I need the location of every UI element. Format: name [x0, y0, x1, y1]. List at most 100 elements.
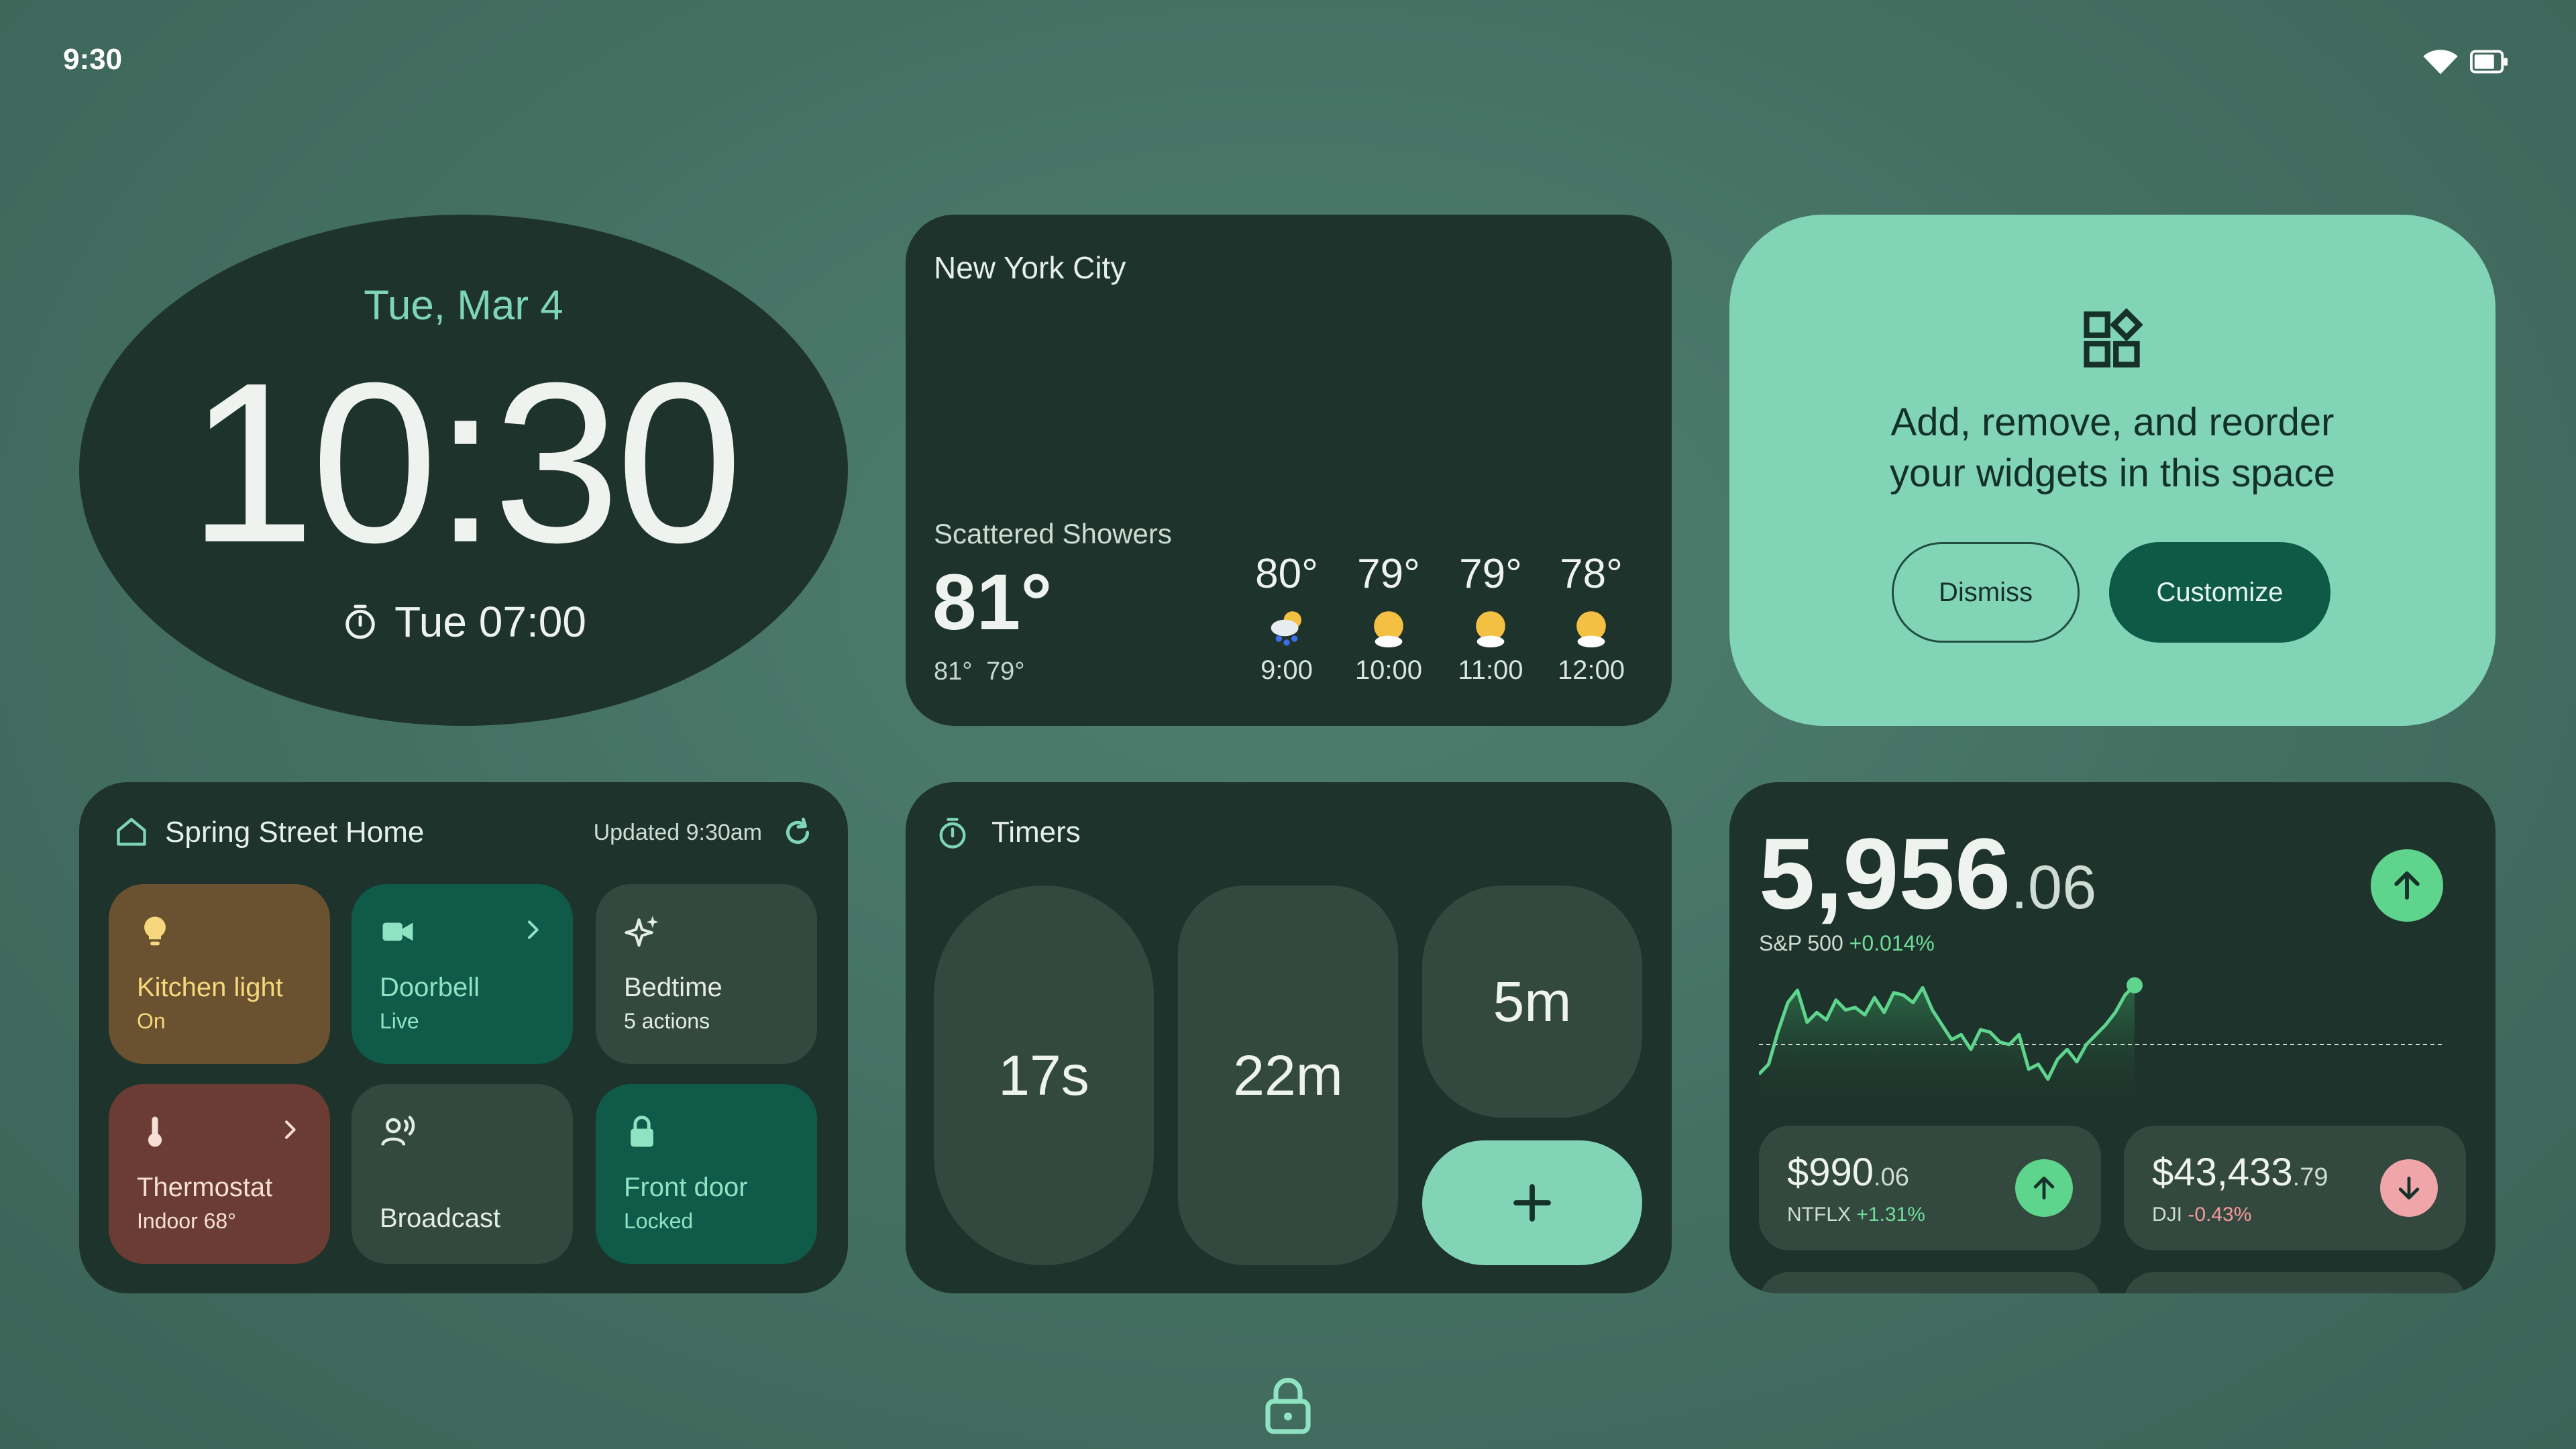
stock-change: +1.31% [1856, 1203, 1925, 1226]
weather-city: New York City [934, 250, 1126, 285]
tile-name: Kitchen light [137, 973, 283, 1002]
camera-icon [382, 922, 413, 941]
sp500-change: +0.014% [1849, 931, 1935, 955]
stock-change: -0.43% [2188, 1203, 2252, 1226]
alarm-time: Tue 07:00 [394, 598, 586, 646]
tile-name: Front door [624, 1173, 748, 1202]
tile-status: On [137, 1009, 166, 1033]
stock-price-dec: .79 [2292, 1163, 2328, 1191]
status-time: 9:30 [63, 43, 123, 76]
customize-button[interactable]: Customize [2109, 542, 2330, 643]
stock-name: NTFLX [1787, 1203, 1851, 1226]
wifi-icon [2423, 50, 2458, 74]
partly-sunny-icon [1476, 611, 1505, 648]
home-icon [117, 818, 146, 846]
sp500-label: S&P 500 +0.014% [1759, 931, 1935, 956]
hourly-time: 9:00 [1260, 655, 1313, 685]
hourly-time: 12:00 [1557, 655, 1625, 685]
weather-low: 79° [986, 657, 1025, 686]
weather-high: 81° [934, 657, 973, 686]
clock-widget[interactable]: Tue, Mar 4 10:30 Tue 07:00 [79, 215, 848, 726]
battery-icon [2470, 50, 2508, 74]
tile-status: Live [380, 1009, 419, 1033]
tile-bedtime[interactable]: Bedtime 5 actions [596, 884, 817, 1064]
stock-dji[interactable]: $43,433.79 DJI -0.43% [2124, 1126, 2466, 1250]
home-title: Spring Street Home [165, 816, 425, 849]
widgets-icon [2084, 308, 2143, 368]
home-updated-time: Updated 9:30am [593, 820, 762, 845]
lock-icon [631, 1116, 653, 1147]
timers-title: Timers [991, 816, 1081, 849]
stock-price: $990.06 [1787, 1150, 1909, 1195]
promo-line-2: your widgets in this space [1889, 451, 2336, 495]
weather-condition: Scattered Showers [934, 518, 1172, 549]
tile-name: Bedtime [624, 973, 722, 1002]
tile-name: Thermostat [137, 1173, 273, 1202]
timer-icon [345, 604, 375, 639]
stock-price: $43,433.79 [2152, 1150, 2328, 1195]
weather-current-temp: 81° [932, 558, 1053, 647]
hourly-temp: 80° [1255, 551, 1318, 597]
trend-down-badge [2380, 1159, 2438, 1217]
rain-cloud-icon [1271, 611, 1301, 646]
tile-doorbell[interactable]: Doorbell Live [352, 884, 573, 1064]
sp500-value: 5,956.06 [1759, 816, 2096, 932]
hourly-temp: 79° [1459, 551, 1522, 597]
timer-5m[interactable]: 5m [1422, 885, 1642, 1118]
promo-message: Add, remove, and reorder your widgets in… [1770, 397, 2455, 499]
tile-name: Broadcast [380, 1203, 501, 1233]
partly-sunny-icon [1374, 611, 1403, 648]
sp500-value-int: 5,956 [1759, 817, 2011, 930]
broadcast-icon [381, 1116, 415, 1146]
next-alarm[interactable]: Tue 07:00 [79, 597, 848, 647]
stock-label: NTFLX +1.31% [1787, 1203, 1925, 1226]
stock-card-partial[interactable] [2124, 1272, 2466, 1293]
dismiss-button[interactable]: Dismiss [1892, 542, 2080, 643]
hourly-forecast-item: 79° 11:00 [1440, 550, 1541, 686]
timer-17s[interactable]: 17s [934, 885, 1154, 1265]
stock-ntflx[interactable]: $990.06 NTFLX +1.31% [1759, 1126, 2101, 1250]
sp500-chart [1759, 977, 2443, 1104]
lock-icon[interactable] [1264, 1375, 1312, 1436]
clock-time: 10:30 [188, 335, 743, 590]
stock-price-int: $990 [1787, 1150, 1874, 1194]
hourly-temp: 79° [1357, 551, 1420, 597]
timer-icon [939, 818, 966, 849]
tile-status: Locked [624, 1209, 694, 1233]
thermometer-icon [148, 1116, 162, 1147]
stock-price-dec: .06 [1874, 1163, 1909, 1191]
tile-name: Doorbell [380, 973, 480, 1002]
arrow-up-icon [2033, 1176, 2055, 1200]
stocks-widget[interactable]: 5,956.06 S&P 500 +0.014% $990.06 NTFLX +… [1729, 782, 2496, 1293]
tile-kitchen-light[interactable]: Kitchen light On [109, 884, 330, 1064]
timer-22m[interactable]: 22m [1178, 885, 1398, 1265]
weather-widget[interactable]: New York City Scattered Showers 81° 81° … [906, 215, 1672, 726]
weather-high-low: 81° 79° [934, 657, 1025, 686]
smart-home-widget: Spring Street Home Updated 9:30am Kitche… [79, 782, 848, 1293]
tile-status: 5 actions [624, 1009, 710, 1033]
arrow-down-icon [2398, 1176, 2420, 1200]
hourly-time: 10:00 [1354, 655, 1423, 685]
stock-name: DJI [2152, 1203, 2182, 1226]
status-bar: 9:30 [0, 0, 2576, 121]
chevron-right-icon [285, 1120, 296, 1139]
stock-price-int: $43,433 [2152, 1150, 2293, 1194]
timers-widget: Timers 17s 22m 5m [906, 782, 1672, 1293]
trend-up-badge [2371, 849, 2443, 922]
sparkle-icon [625, 916, 659, 947]
add-timer-button[interactable] [1422, 1140, 1642, 1265]
lightbulb-icon [144, 916, 166, 946]
stock-label: DJI -0.43% [2152, 1203, 2251, 1226]
hourly-temp: 78° [1560, 551, 1623, 597]
promo-line-1: Add, remove, and reorder [1890, 400, 2334, 444]
refresh-icon[interactable] [781, 816, 814, 849]
trend-up-badge [2015, 1159, 2073, 1217]
tile-front-door[interactable]: Front door Locked [596, 1084, 817, 1264]
stock-card-partial[interactable] [1759, 1272, 2101, 1293]
tile-thermostat[interactable]: Thermostat Indoor 68° [109, 1084, 330, 1264]
plus-icon [1513, 1184, 1551, 1222]
tile-status: Indoor 68° [137, 1209, 237, 1233]
customize-widgets-card: Add, remove, and reorder your widgets in… [1729, 215, 2496, 726]
hourly-forecast-item: 80° 9:00 [1236, 550, 1337, 686]
tile-broadcast[interactable]: Broadcast [352, 1084, 573, 1264]
